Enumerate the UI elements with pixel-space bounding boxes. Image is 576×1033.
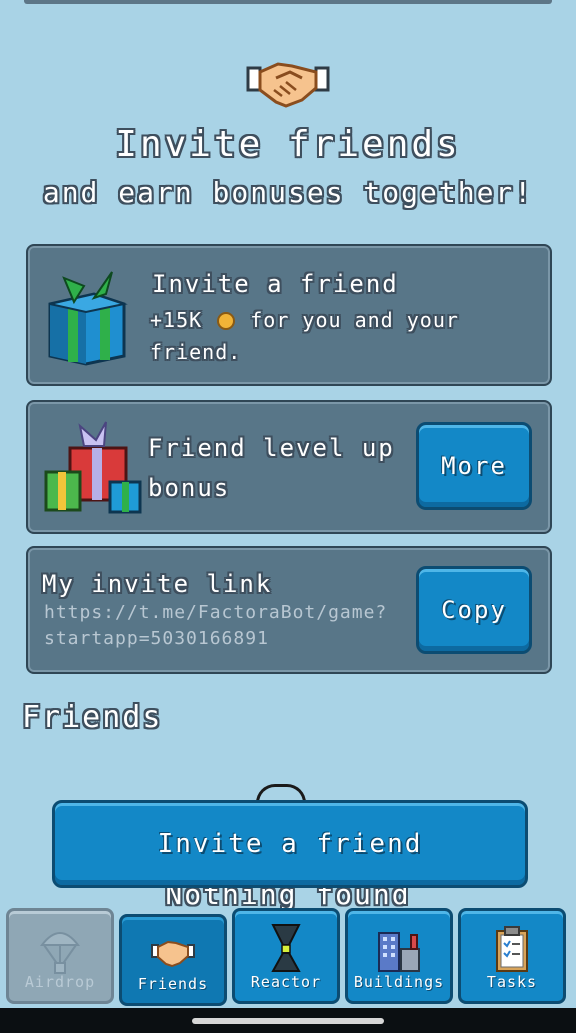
bottom-nav: Airdrop Friends Reactor Buildings Tasks (0, 904, 576, 1008)
parachute-icon (39, 932, 81, 974)
nav-label-friends: Friends (137, 975, 209, 993)
invite-link-url: https://t.me/FactoraBot/game? startapp=5… (44, 600, 387, 652)
handshake-icon (151, 940, 195, 968)
reward-desc-line2: friend. (150, 340, 242, 364)
gift-box-icon (48, 271, 128, 366)
buildings-icon (378, 932, 420, 972)
nav-item-tasks[interactable]: Tasks (458, 908, 566, 1004)
invite-link-card: My invite link https://t.me/FactoraBot/g… (26, 546, 552, 674)
top-divider (24, 0, 552, 4)
nav-label-buildings: Buildings (353, 973, 445, 991)
nav-item-reactor[interactable]: Reactor (232, 908, 340, 1004)
level-up-desc: bonus (148, 474, 231, 502)
page-subtitle: and earn bonuses together! (42, 176, 534, 209)
gift-stack-icon (44, 421, 142, 514)
nav-label-airdrop: Airdrop (24, 973, 96, 991)
invite-friend-button-label: Invite a friend (157, 829, 423, 859)
clipboard-icon (496, 926, 528, 972)
invite-link-title: My invite link (42, 570, 273, 598)
nav-label-tasks: Tasks (486, 973, 538, 991)
invite-friend-button[interactable]: Invite a friend (52, 800, 528, 888)
reactor-icon (271, 924, 301, 972)
level-up-title: Friend level up (148, 434, 395, 462)
more-button[interactable]: More (416, 422, 532, 510)
coin-icon (217, 312, 236, 330)
system-navigation-bar (0, 1008, 576, 1033)
reward-desc: for you and your (250, 308, 459, 332)
page-title: Invite friends (115, 124, 461, 165)
reward-amount: +15K (150, 308, 203, 332)
friends-heading: Friends (22, 700, 163, 735)
level-up-bonus-card: Friend level up bonus More (26, 400, 552, 534)
more-button-label: More (441, 452, 507, 480)
invite-link-url-line1: https://t.me/FactoraBot/game? (44, 602, 388, 623)
nav-item-friends[interactable]: Friends (119, 914, 227, 1006)
invite-link-url-line2: startapp=5030166891 (44, 628, 269, 649)
handshake-icon (246, 62, 330, 108)
home-indicator[interactable] (192, 1018, 384, 1024)
nav-label-reactor: Reactor (250, 973, 322, 991)
copy-button-label: Copy (441, 596, 507, 624)
invite-card-reward: +15K for you and your friend. (150, 304, 459, 368)
nav-item-buildings[interactable]: Buildings (345, 908, 453, 1004)
nav-item-airdrop[interactable]: Airdrop (6, 908, 114, 1004)
copy-button[interactable]: Copy (416, 566, 532, 654)
invite-reward-card: Invite a friend +15K for you and your fr… (26, 244, 552, 386)
invite-card-title: Invite a friend (152, 270, 399, 298)
